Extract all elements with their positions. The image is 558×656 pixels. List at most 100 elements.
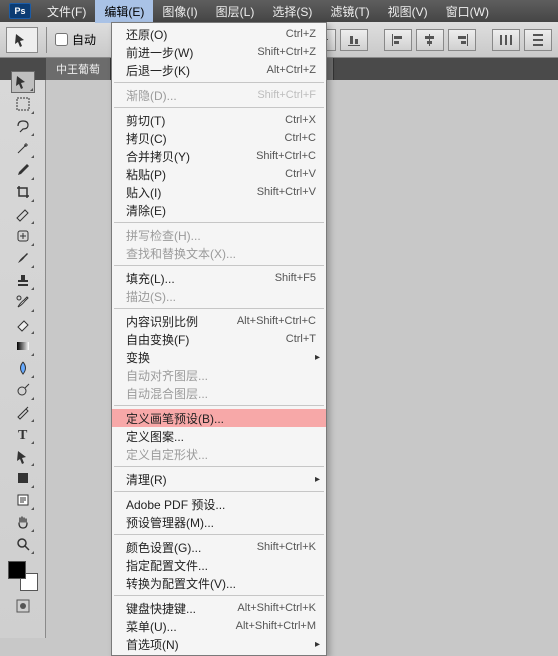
menu-shortcut: Ctrl+C xyxy=(285,132,316,144)
distribute-h-button[interactable] xyxy=(492,29,520,51)
menu-item-label: 定义自定形状... xyxy=(126,446,208,463)
pen-tool[interactable] xyxy=(11,401,35,423)
wand-tool[interactable] xyxy=(11,137,35,159)
menu-item[interactable]: 变换 xyxy=(112,348,326,366)
menu-window[interactable]: 窗口(W) xyxy=(437,0,498,23)
menu-item-label: 填充(L)... xyxy=(126,270,175,287)
zoom-tool[interactable] xyxy=(11,533,35,555)
align-hcenter-button[interactable] xyxy=(416,29,444,51)
path-select-tool[interactable] xyxy=(11,445,35,467)
menu-image[interactable]: 图像(I) xyxy=(153,0,206,23)
menu-edit[interactable]: 编辑(E) xyxy=(95,0,153,23)
menu-item[interactable]: 清理(R) xyxy=(112,470,326,488)
menu-item[interactable]: 剪切(T)Ctrl+X xyxy=(112,111,326,129)
menu-item[interactable]: 定义图案... xyxy=(112,427,326,445)
menu-shortcut: Shift+F5 xyxy=(275,272,316,284)
menu-item[interactable]: 清除(E) xyxy=(112,201,326,219)
eraser-tool[interactable] xyxy=(11,313,35,335)
color-swatches[interactable] xyxy=(8,561,38,591)
menu-layer[interactable]: 图层(L) xyxy=(207,0,264,23)
quick-mask-button[interactable] xyxy=(11,595,35,617)
align-left-button[interactable] xyxy=(384,29,412,51)
gradient-tool[interactable] xyxy=(11,335,35,357)
menu-item[interactable]: 后退一步(K)Alt+Ctrl+Z xyxy=(112,61,326,79)
marquee-tool[interactable] xyxy=(11,93,35,115)
menu-item[interactable]: 内容识别比例Alt+Shift+Ctrl+C xyxy=(112,312,326,330)
type-tool[interactable]: T xyxy=(11,423,35,445)
slice-tool[interactable] xyxy=(11,203,35,225)
menu-item-label: 拼写检查(H)... xyxy=(126,227,201,244)
align-hcenter-icon xyxy=(422,32,438,48)
menu-item[interactable]: 定义画笔预设(B)... xyxy=(112,409,326,427)
healing-tool[interactable] xyxy=(11,225,35,247)
menu-item-label: 自动对齐图层... xyxy=(126,367,208,384)
menu-view[interactable]: 视图(V) xyxy=(379,0,437,23)
menu-item[interactable]: 自由变换(F)Ctrl+T xyxy=(112,330,326,348)
menu-item-label: 键盘快捷键... xyxy=(126,600,196,617)
menu-shortcut: Shift+Ctrl+K xyxy=(257,541,316,553)
menu-item[interactable]: 合并拷贝(Y)Shift+Ctrl+C xyxy=(112,147,326,165)
menu-item-label: 指定配置文件... xyxy=(126,557,208,574)
brush-tool[interactable] xyxy=(11,247,35,269)
menu-item-label: 清理(R) xyxy=(126,471,167,488)
menu-item[interactable]: 填充(L)... Shift+F5 xyxy=(112,269,326,287)
align-bottom-button[interactable] xyxy=(340,29,368,51)
menu-item-label: 剪切(T) xyxy=(126,112,165,129)
lasso-tool[interactable] xyxy=(11,115,35,137)
foreground-color-swatch[interactable] xyxy=(8,561,26,579)
menu-item[interactable]: 贴入(I)Shift+Ctrl+V xyxy=(112,183,326,201)
distribute-v-button[interactable] xyxy=(524,29,552,51)
eraser-icon xyxy=(15,316,31,332)
menu-item[interactable]: 颜色设置(G)...Shift+Ctrl+K xyxy=(112,538,326,556)
menu-item[interactable]: 预设管理器(M)... xyxy=(112,513,326,531)
move-tool-indicator[interactable] xyxy=(6,27,38,53)
menu-item[interactable]: 前进一步(W)Shift+Ctrl+Z xyxy=(112,43,326,61)
menu-separator xyxy=(114,222,324,223)
menu-item-label: 自动混合图层... xyxy=(126,385,208,402)
align-right-button[interactable] xyxy=(448,29,476,51)
hand-tool[interactable] xyxy=(11,511,35,533)
menu-item-label: 预设管理器(M)... xyxy=(126,514,214,531)
menu-select[interactable]: 选择(S) xyxy=(263,0,321,23)
menu-item[interactable]: 转换为配置文件(V)... xyxy=(112,574,326,592)
menu-item[interactable]: 粘贴(P)Ctrl+V xyxy=(112,165,326,183)
menu-item-label: 后退一步(K) xyxy=(126,62,190,79)
notes-tool[interactable] xyxy=(11,489,35,511)
menu-bar: Ps 文件(F) 编辑(E) 图像(I) 图层(L) 选择(S) 滤镜(T) 视… xyxy=(0,0,558,22)
menu-item[interactable]: 拷贝(C)Ctrl+C xyxy=(112,129,326,147)
blur-tool[interactable] xyxy=(11,357,35,379)
marquee-icon xyxy=(15,96,31,112)
menu-file[interactable]: 文件(F) xyxy=(38,0,95,23)
menu-separator xyxy=(114,405,324,406)
hand-icon xyxy=(15,514,31,530)
menu-filter[interactable]: 滤镜(T) xyxy=(321,0,378,23)
brush-icon xyxy=(15,250,31,266)
menu-shortcut: Ctrl+T xyxy=(286,333,316,345)
menu-item[interactable]: 还原(O)Ctrl+Z xyxy=(112,25,326,43)
menu-separator xyxy=(114,595,324,596)
menu-item-label: 描边(S)... xyxy=(126,288,176,305)
wand-icon xyxy=(15,140,31,156)
menu-item[interactable]: 键盘快捷键...Alt+Shift+Ctrl+K xyxy=(112,599,326,617)
menu-item-label: 还原(O) xyxy=(126,26,167,43)
crop-tool[interactable] xyxy=(11,181,35,203)
path-select-icon xyxy=(15,448,31,464)
eyedropper-tool[interactable] xyxy=(11,159,35,181)
shape-tool[interactable] xyxy=(11,467,35,489)
menu-item: 拼写检查(H)... xyxy=(112,226,326,244)
move-tool[interactable] xyxy=(11,71,35,93)
menu-item: 描边(S)... xyxy=(112,287,326,305)
notes-icon xyxy=(15,492,31,508)
stamp-tool[interactable] xyxy=(11,269,35,291)
stamp-icon xyxy=(15,272,31,288)
menu-item[interactable]: 指定配置文件... xyxy=(112,556,326,574)
menu-item-label: 查找和替换文本(X)... xyxy=(126,245,236,262)
dodge-tool[interactable] xyxy=(11,379,35,401)
menu-item-label: 内容识别比例 xyxy=(126,313,198,330)
menu-item[interactable]: Adobe PDF 预设... xyxy=(112,495,326,513)
menu-item[interactable]: 菜单(U)...Alt+Shift+Ctrl+M xyxy=(112,617,326,635)
history-brush-tool[interactable] xyxy=(11,291,35,313)
auto-select-checkbox[interactable] xyxy=(55,33,68,46)
distribute-v-icon xyxy=(530,32,546,48)
document-tab-0[interactable]: 中王葡萄 xyxy=(46,58,111,80)
